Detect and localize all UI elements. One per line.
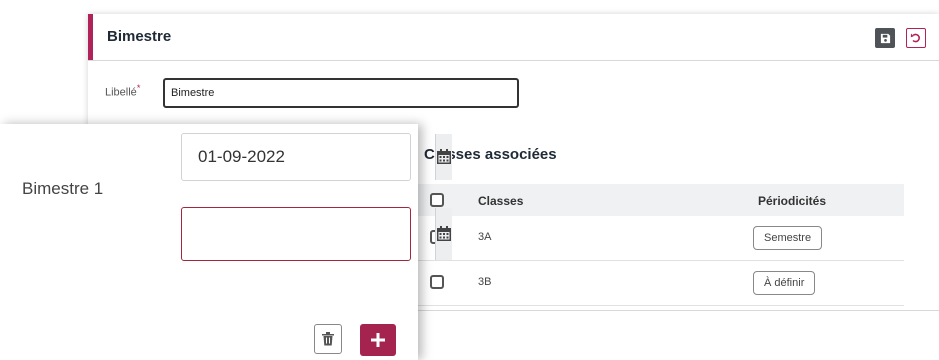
libelle-input[interactable]	[163, 78, 519, 108]
accent-bar	[88, 14, 93, 60]
start-date-group	[181, 133, 452, 181]
save-icon	[880, 33, 890, 43]
column-header-classes: Classes	[478, 194, 524, 208]
calendar-icon	[437, 226, 451, 241]
divider	[418, 310, 939, 311]
plus-icon	[371, 333, 385, 347]
delete-period-button[interactable]	[314, 324, 342, 354]
table-row: 3B À définir	[418, 261, 904, 306]
row-checkbox[interactable]	[430, 275, 444, 289]
period-label: Bimestre 1	[22, 179, 104, 198]
calendar-icon	[437, 149, 451, 164]
undo-icon	[910, 33, 920, 43]
end-date-calendar-button[interactable]	[435, 208, 452, 260]
start-date-calendar-button[interactable]	[435, 134, 452, 180]
trash-icon	[322, 332, 334, 346]
undo-button[interactable]	[906, 28, 926, 48]
end-date-group	[181, 207, 452, 261]
end-date-input[interactable]	[182, 208, 435, 260]
row-class-name: 3B	[478, 276, 492, 288]
period-card: Bimestre 1	[0, 124, 452, 360]
select-all-checkbox[interactable]	[430, 193, 444, 207]
table-row: 3A Semestre	[418, 216, 904, 261]
periodicite-button[interactable]: Semestre	[753, 226, 823, 250]
start-date-input[interactable]	[182, 134, 435, 180]
save-button[interactable]	[875, 28, 895, 48]
row-class-name: 3A	[478, 231, 492, 243]
panel-title: Bimestre	[107, 28, 172, 45]
table-header: Classes Périodicités	[418, 184, 904, 216]
periodicite-button[interactable]: À définir	[753, 271, 816, 295]
panel-header: Bimestre	[88, 14, 939, 61]
add-period-button[interactable]	[360, 324, 396, 356]
libelle-label: Libellé*	[105, 83, 141, 99]
column-header-periodicites: Périodicités	[758, 194, 827, 208]
